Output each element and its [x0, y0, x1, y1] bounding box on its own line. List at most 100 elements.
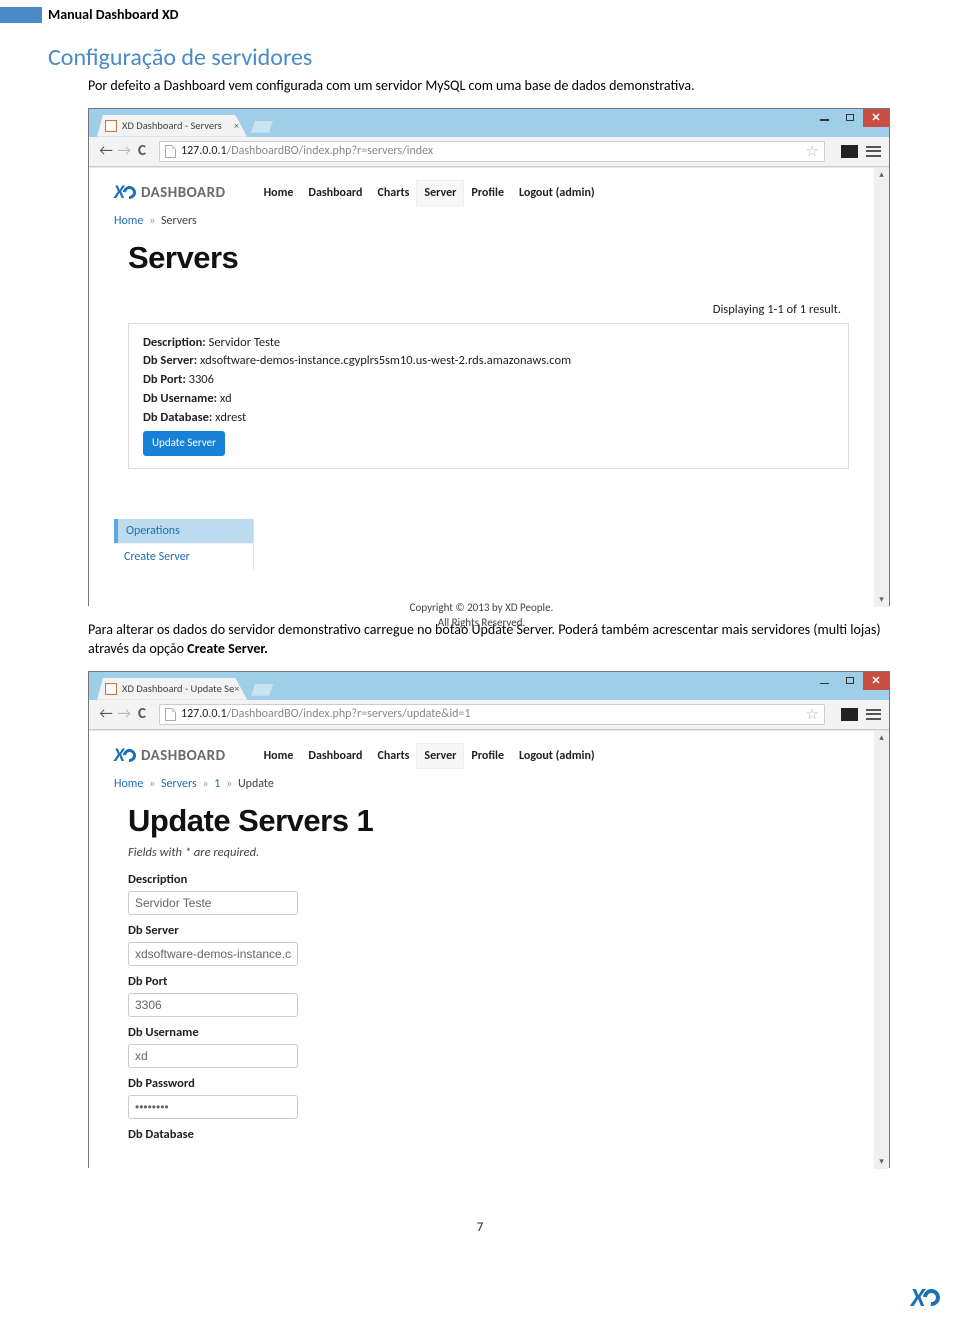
breadcrumb-sep: »: [226, 777, 232, 791]
operations-header: Operations: [114, 519, 253, 543]
new-tab-button[interactable]: [251, 121, 273, 133]
page-footer: Copyright © 2013 by XD People. All Right…: [114, 600, 849, 635]
window-close-button[interactable]: ✕: [863, 672, 889, 690]
dbport-value: 3306: [189, 372, 214, 387]
breadcrumb: Home » Servers » 1 » Update: [114, 777, 849, 791]
tab-close-icon[interactable]: ×: [234, 119, 239, 132]
dbport-input[interactable]: [128, 993, 298, 1017]
browser-tab[interactable]: XD Dashboard - Servers ×: [97, 115, 247, 137]
desc-value: Servidor Teste: [209, 335, 281, 350]
copyright-line: Copyright © 2013 by XD People.: [114, 600, 849, 615]
header-accent-bar: [0, 7, 42, 23]
url-input[interactable]: 127.0.0.1/DashboardBO/index.php?r=server…: [159, 704, 825, 725]
result-count: Displaying 1-1 of 1 result.: [114, 302, 849, 317]
forward-button[interactable]: →: [115, 142, 133, 160]
operations-panel: Operations Create Server: [114, 519, 254, 570]
url-path: /DashboardBO/index.php?r=servers/index: [227, 144, 433, 158]
description-input[interactable]: [128, 891, 298, 915]
nav-server[interactable]: Server: [417, 181, 463, 205]
device-icon[interactable]: [841, 708, 858, 721]
nav-charts[interactable]: Charts: [377, 744, 409, 768]
window-minimize-button[interactable]: [811, 672, 837, 690]
breadcrumb-current: Servers: [161, 214, 197, 228]
update-server-button[interactable]: Update Server: [143, 431, 225, 456]
page-title: Update Servers 1: [128, 803, 849, 839]
rights-line: All Rights Reserved.: [114, 615, 849, 630]
reload-button[interactable]: C: [133, 142, 151, 160]
breadcrumb-home[interactable]: Home: [114, 777, 143, 791]
vertical-scrollbar[interactable]: ▴ ▾: [874, 731, 889, 1169]
nav-charts[interactable]: Charts: [377, 181, 409, 205]
app-nav: Home Dashboard Charts Server Profile Log…: [264, 744, 595, 768]
server-card: Description: Servidor Teste Db Server: x…: [128, 323, 849, 469]
description-label: Description: [128, 872, 849, 887]
dbserver-label: Db Server:: [143, 353, 197, 368]
nav-logout[interactable]: Logout (admin): [519, 181, 595, 205]
window-maximize-button[interactable]: [837, 672, 863, 690]
nav-dashboard[interactable]: Dashboard: [308, 744, 362, 768]
bookmark-star-icon[interactable]: ☆: [806, 705, 819, 724]
breadcrumb-current: Update: [238, 777, 274, 791]
nav-home[interactable]: Home: [264, 181, 294, 205]
bookmark-star-icon[interactable]: ☆: [806, 142, 819, 161]
tab-strip: XD Dashboard - Servers ×: [89, 109, 889, 137]
app-logo[interactable]: X DASHBOARD: [114, 181, 226, 204]
window-maximize-button[interactable]: [837, 109, 863, 127]
dbuser-label: Db Username:: [143, 391, 217, 406]
window-close-button[interactable]: ✕: [863, 109, 889, 127]
desc-label: Description:: [143, 335, 206, 350]
scroll-down-icon[interactable]: ▾: [874, 593, 889, 607]
nav-profile[interactable]: Profile: [471, 744, 504, 768]
intro-paragraph: Por defeito a Dashboard vem configurada …: [88, 76, 890, 96]
dbuser-value: xd: [220, 391, 232, 406]
device-icon[interactable]: [841, 145, 858, 158]
back-button[interactable]: ←: [97, 705, 115, 723]
window-controls: ✕: [811, 672, 889, 690]
dbserver-input[interactable]: [128, 942, 298, 966]
url-host: 127.0.0.1: [181, 144, 227, 158]
browser-tab[interactable]: XD Dashboard - Update Se ×: [97, 678, 247, 700]
footer-logo: X: [911, 1281, 942, 1313]
breadcrumb-servers[interactable]: Servers: [161, 777, 197, 791]
dbport-label: Db Port:: [143, 372, 186, 387]
browser-window-update: ✕ XD Dashboard - Update Se × ← → C 127.0…: [88, 671, 890, 1168]
url-input[interactable]: 127.0.0.1/DashboardBO/index.php?r=server…: [159, 141, 825, 162]
forward-button[interactable]: →: [115, 705, 133, 723]
scroll-up-icon[interactable]: ▴: [874, 731, 889, 745]
nav-logout[interactable]: Logout (admin): [519, 744, 595, 768]
breadcrumb-sep: »: [149, 214, 155, 228]
new-tab-button[interactable]: [251, 684, 273, 696]
page-viewport: ▴ ▾ X DASHBOARD Home Dashboard Charts Se…: [89, 730, 889, 1169]
tab-favicon-icon: [105, 683, 117, 695]
tab-favicon-icon: [105, 120, 117, 132]
address-bar: ← → C 127.0.0.1/DashboardBO/index.php?r=…: [89, 137, 889, 167]
page-number: 7: [0, 1220, 960, 1235]
tab-close-icon[interactable]: ×: [234, 682, 239, 695]
tab-strip: XD Dashboard - Update Se ×: [89, 672, 889, 700]
back-button[interactable]: ←: [97, 142, 115, 160]
scroll-up-icon[interactable]: ▴: [874, 168, 889, 182]
scroll-down-icon[interactable]: ▾: [874, 1155, 889, 1169]
breadcrumb-id[interactable]: 1: [214, 777, 220, 791]
create-server-link[interactable]: Create Server: [114, 543, 253, 570]
nav-dashboard[interactable]: Dashboard: [308, 181, 362, 205]
app-nav: Home Dashboard Charts Server Profile Log…: [264, 181, 595, 205]
nav-profile[interactable]: Profile: [471, 181, 504, 205]
dbpass-input[interactable]: [128, 1095, 298, 1119]
dbuser-input[interactable]: [128, 1044, 298, 1068]
vertical-scrollbar[interactable]: ▴ ▾: [874, 168, 889, 607]
nav-server[interactable]: Server: [417, 744, 463, 768]
section-title: Configuração de servidores: [48, 43, 960, 72]
dbport-label: Db Port: [128, 974, 849, 989]
tab-title: XD Dashboard - Update Se: [122, 682, 234, 695]
window-minimize-button[interactable]: [811, 109, 837, 127]
app-header: X DASHBOARD Home Dashboard Charts Server…: [114, 178, 849, 208]
app-logo[interactable]: X DASHBOARD: [114, 744, 226, 767]
nav-home[interactable]: Home: [264, 744, 294, 768]
reload-button[interactable]: C: [133, 705, 151, 723]
breadcrumb-home[interactable]: Home: [114, 214, 143, 228]
page-icon: [165, 708, 176, 721]
hamburger-menu-icon[interactable]: [866, 709, 881, 720]
hamburger-menu-icon[interactable]: [866, 146, 881, 157]
doc-header: Manual Dashboard XD: [0, 0, 960, 25]
